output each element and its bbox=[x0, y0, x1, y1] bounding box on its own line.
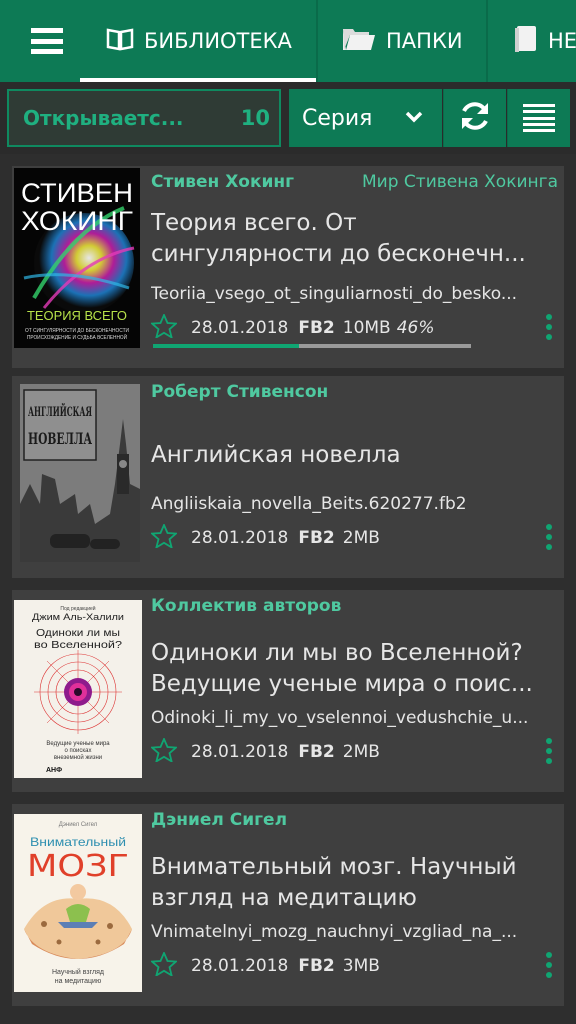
cover-text: МОЗГ bbox=[27, 849, 129, 884]
book-format: FB2 bbox=[298, 528, 335, 548]
more-options-icon[interactable] bbox=[546, 524, 552, 550]
tab-folders[interactable]: ПАПКИ bbox=[316, 0, 486, 82]
tab-folders-label: ПАПКИ bbox=[386, 29, 463, 53]
more-options-icon[interactable] bbox=[546, 314, 552, 340]
hamburger-icon bbox=[31, 28, 63, 54]
sort-select-label: Серия bbox=[302, 105, 373, 131]
book-author[interactable]: Роберт Стивенсон bbox=[151, 382, 328, 402]
tab-new-label: НЕ bbox=[548, 29, 576, 53]
book-cover: Под редакцией Джим Аль-Халили Одиноки ли… bbox=[14, 600, 142, 778]
book-format: FB2 bbox=[298, 956, 335, 976]
refresh-button[interactable] bbox=[443, 89, 506, 147]
book-date: 28.01.2018 bbox=[191, 742, 289, 762]
cover-text: ПРОИСХОЖДЕНИЕ И СУДЬБА ВСЕЛЕННОЙ bbox=[27, 333, 127, 341]
book-card[interactable]: Под редакцией Джим Аль-Халили Одиноки ли… bbox=[12, 590, 564, 792]
book-date: 28.01.2018 bbox=[191, 318, 289, 338]
book-info: Стивен Хокинг Мир Стивена Хокинга Теория… bbox=[149, 166, 564, 368]
top-tab-bar: БИБЛИОТЕКА ПАПКИ НЕ bbox=[0, 0, 576, 82]
cover-text: НОВЕЛЛА bbox=[28, 429, 92, 448]
cover-text: ХОКИНГ bbox=[21, 206, 133, 236]
book-cover: СТИВЕН ХОКИНГ ТЕОРИЯ ВСЕГО ОТ СИНГУЛЯРНО… bbox=[14, 168, 140, 348]
book-meta: 28.01.2018 FB2 3MB bbox=[149, 950, 380, 981]
tab-new[interactable]: НЕ bbox=[486, 0, 576, 82]
reading-progress-bar bbox=[153, 344, 471, 348]
cover-text: о поисках bbox=[64, 748, 91, 754]
book-cover: Дэниел Сигел Внимательный МОЗГ Научный в… bbox=[14, 814, 142, 992]
refresh-icon bbox=[458, 99, 492, 137]
cover-text: ОТ СИНГУЛЯРНОСТИ ДО БЕСКОНЕЧНОСТИ bbox=[25, 328, 129, 334]
favorite-star-icon[interactable] bbox=[149, 312, 179, 343]
tab-library[interactable]: БИБЛИОТЕКА bbox=[80, 0, 316, 82]
cover-text: АНГЛИЙСКАЯ bbox=[28, 403, 92, 420]
cover-text: Дэниел Сигел bbox=[59, 822, 98, 828]
cover-text: Ведущие ученые мира bbox=[46, 741, 110, 747]
folder-icon bbox=[342, 26, 376, 57]
chevron-down-icon bbox=[404, 107, 424, 133]
search-query: Открываетс... bbox=[23, 106, 184, 130]
book-card[interactable]: АНГЛИЙСКАЯ НОВЕЛЛА Роберт Стивенсон Англ… bbox=[12, 376, 564, 578]
more-options-icon[interactable] bbox=[546, 738, 552, 764]
book-info: Коллектив авторов Одиноки ли мы во Вселе… bbox=[149, 590, 564, 792]
cover-text: Внимательный bbox=[30, 835, 126, 849]
cover-text: во Вселенной? bbox=[34, 640, 123, 651]
book-progress-text: 46% bbox=[396, 318, 435, 338]
book-filename: Teoriia_vsego_ot_singuliarnosti_do_besko… bbox=[151, 284, 518, 304]
book-date: 28.01.2018 bbox=[191, 956, 289, 976]
cover-text: Научный взгляд bbox=[52, 968, 104, 976]
cover-text: СТИВЕН bbox=[21, 178, 133, 208]
book-title: Одиноки ли мы во Вселенной? Ведущие учен… bbox=[151, 640, 533, 697]
tab-library-label: БИБЛИОТЕКА bbox=[144, 29, 292, 53]
cover-text: Джим Аль-Халили bbox=[32, 612, 124, 622]
book-cover-icon bbox=[514, 25, 538, 58]
book-size: 10MB bbox=[342, 318, 391, 338]
cover-text: АНФ bbox=[46, 767, 62, 774]
book-meta: 28.01.2018 FB2 2MB bbox=[149, 522, 380, 553]
book-author[interactable]: Коллектив авторов bbox=[151, 596, 341, 616]
favorite-star-icon[interactable] bbox=[149, 522, 179, 553]
list-view-icon bbox=[523, 104, 555, 132]
favorite-star-icon[interactable] bbox=[149, 950, 179, 981]
book-icon bbox=[106, 27, 134, 56]
book-author[interactable]: Стивен Хокинг bbox=[151, 172, 294, 192]
book-size: 3MB bbox=[342, 956, 380, 976]
search-field[interactable]: Открываетс... 10 bbox=[7, 89, 281, 147]
book-meta: 28.01.2018 FB2 10MB 46% bbox=[149, 312, 435, 343]
cover-text: ТЕОРИЯ ВСЕГО bbox=[27, 308, 127, 323]
book-filename: Vnimatelnyi_mozg_nauchnyi_vzgliad_na_... bbox=[151, 922, 518, 942]
book-size: 2MB bbox=[342, 742, 380, 762]
cover-text: на медитацию bbox=[55, 978, 101, 985]
book-format: FB2 bbox=[298, 318, 335, 338]
book-title: Английская новелла bbox=[151, 442, 401, 468]
favorite-star-icon[interactable] bbox=[149, 736, 179, 767]
sort-select[interactable]: Серия bbox=[289, 89, 442, 147]
book-meta: 28.01.2018 FB2 2MB bbox=[149, 736, 380, 767]
filter-bar: Открываетс... 10 Серия bbox=[0, 82, 576, 154]
cover-text: внеземной жизни bbox=[54, 754, 102, 761]
book-title: Внимательный мозг. Научный взгляд на мед… bbox=[151, 854, 517, 911]
book-card[interactable]: Дэниел Сигел Внимательный МОЗГ Научный в… bbox=[12, 804, 564, 1006]
book-filename: Angliiskaia_novella_Beits.620277.fb2 bbox=[151, 494, 467, 514]
book-size: 2MB bbox=[342, 528, 380, 548]
book-format: FB2 bbox=[298, 742, 335, 762]
book-cover: АНГЛИЙСКАЯ НОВЕЛЛА bbox=[20, 384, 140, 562]
book-series[interactable]: Мир Стивена Хокинга bbox=[362, 172, 558, 192]
book-card[interactable]: СТИВЕН ХОКИНГ ТЕОРИЯ ВСЕГО ОТ СИНГУЛЯРНО… bbox=[12, 166, 564, 368]
book-title: Теория всего. От сингулярности до бескон… bbox=[151, 210, 526, 267]
view-mode-button[interactable] bbox=[507, 89, 570, 147]
book-date: 28.01.2018 bbox=[191, 528, 289, 548]
result-count: 10 bbox=[240, 106, 270, 130]
cover-text: Одиноки ли мы bbox=[36, 628, 120, 639]
cover-text: Под редакцией bbox=[60, 605, 95, 612]
book-info: Дэниел Сигел Внимательный мозг. Научный … bbox=[149, 804, 564, 1006]
book-info: Роберт Стивенсон Английская новелла Angl… bbox=[149, 376, 564, 578]
reading-progress-fill bbox=[153, 344, 300, 348]
book-filename: Odinoki_li_my_vo_vselennoi_vedushchie_u.… bbox=[151, 708, 529, 728]
book-author[interactable]: Дэниел Сигел bbox=[151, 810, 287, 830]
more-options-icon[interactable] bbox=[546, 952, 552, 978]
